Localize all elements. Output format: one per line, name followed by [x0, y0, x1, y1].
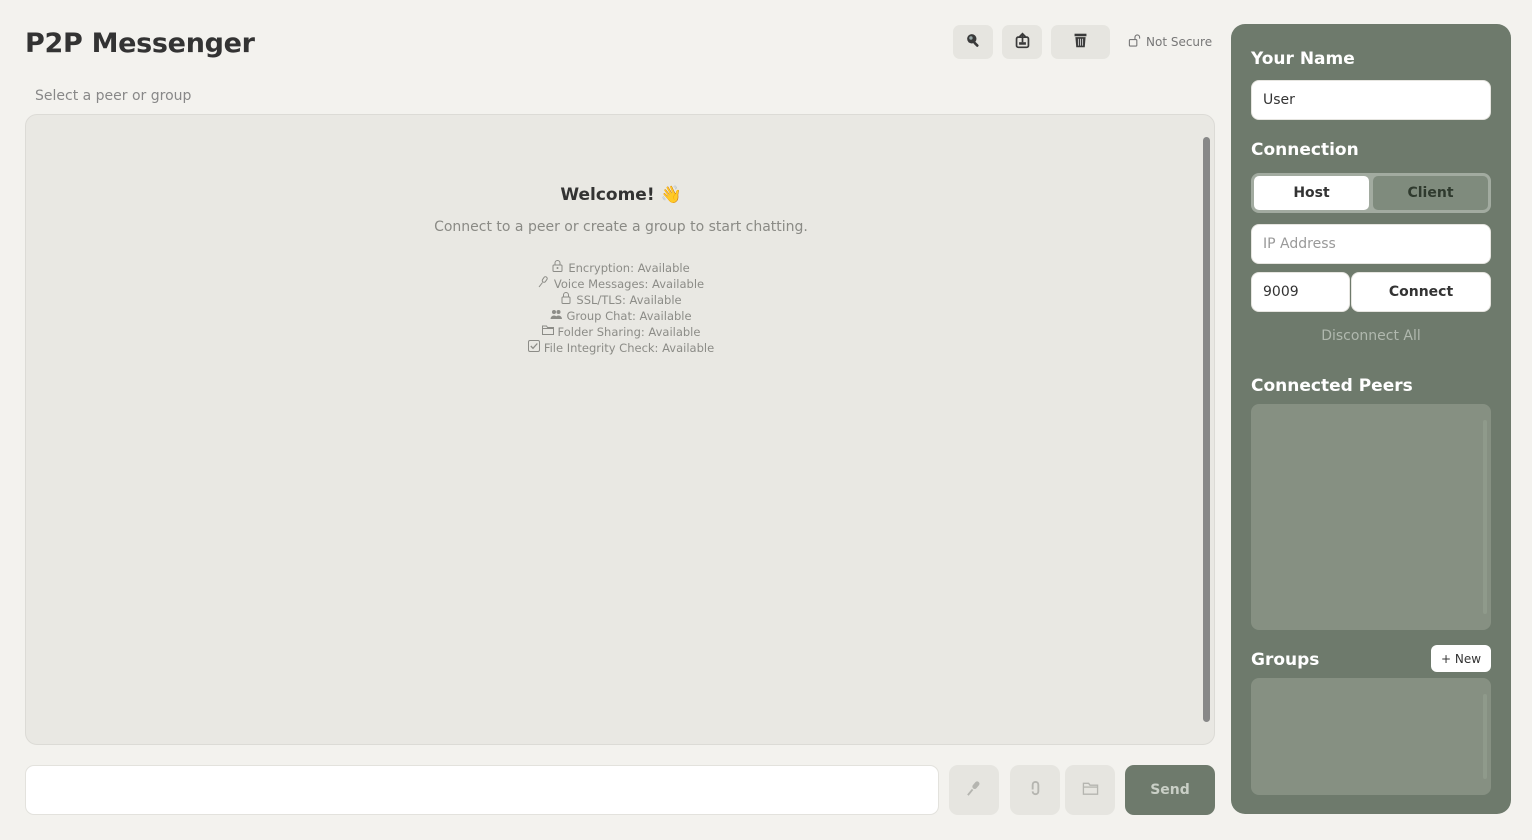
lock-icon	[560, 292, 572, 308]
feature-label: File Integrity Check: Available	[543, 341, 715, 355]
search-button[interactable]	[953, 25, 993, 59]
peer-list[interactable]	[1251, 404, 1491, 630]
send-button[interactable]: Send	[1125, 765, 1215, 815]
welcome-text: Connect to a peer or create a group to s…	[434, 219, 808, 235]
port-input[interactable]	[1251, 272, 1350, 312]
group-list[interactable]	[1251, 678, 1491, 795]
voice-message-button[interactable]	[949, 765, 999, 815]
client-mode-button[interactable]: Client	[1373, 176, 1488, 210]
feature-label: Group Chat: Available	[566, 309, 692, 323]
welcome-message: Welcome! 👋 Connect to a peer or create a…	[26, 185, 1216, 356]
host-mode-button[interactable]: Host	[1254, 176, 1369, 210]
feature-label: Voice Messages: Available	[553, 277, 705, 291]
sidebar: Your Name Connection Host Client Connect…	[1231, 24, 1511, 814]
trash-icon	[1072, 32, 1089, 53]
feature-item: Voice Messages: Available	[26, 276, 1216, 292]
feature-label: Encryption: Available	[568, 261, 690, 275]
share-folder-button[interactable]	[1065, 765, 1115, 815]
app-title: P2P Messenger	[25, 28, 255, 59]
microphone-icon	[538, 276, 550, 292]
folder-icon	[541, 324, 554, 340]
message-input[interactable]	[25, 765, 939, 815]
security-status-label: Not Secure	[1146, 35, 1213, 49]
welcome-title: Welcome! 👋	[560, 185, 682, 205]
export-icon	[1014, 31, 1031, 53]
chat-panel[interactable]: Welcome! 👋 Connect to a peer or create a…	[25, 114, 1215, 745]
feature-item: Group Chat: Available	[26, 308, 1216, 324]
toolbar	[953, 25, 1110, 59]
groups-heading: Groups	[1251, 650, 1320, 670]
folder-icon	[1082, 780, 1099, 801]
chat-target-label: Select a peer or group	[35, 88, 192, 104]
security-status: Not Secure	[1128, 34, 1212, 50]
connect-button[interactable]: Connect	[1351, 272, 1491, 312]
microphone-icon	[966, 780, 983, 801]
group-list-scrollbar[interactable]	[1483, 694, 1487, 779]
connection-heading: Connection	[1251, 140, 1359, 160]
unlock-icon	[1128, 34, 1141, 50]
ip-address-input[interactable]	[1251, 224, 1491, 264]
feature-label: Folder Sharing: Available	[557, 325, 701, 339]
new-group-button[interactable]: + New	[1431, 645, 1491, 672]
check-box-icon	[527, 340, 540, 356]
feature-item: Folder Sharing: Available	[26, 324, 1216, 340]
feature-label: SSL/TLS: Available	[576, 293, 682, 307]
disconnect-all-button[interactable]: Disconnect All	[1231, 328, 1511, 344]
feature-item: SSL/TLS: Available	[26, 292, 1216, 308]
connection-mode-toggle: Host Client	[1251, 173, 1491, 213]
feature-item: File Integrity Check: Available	[26, 340, 1216, 356]
clear-chat-button[interactable]	[1051, 25, 1110, 59]
your-name-heading: Your Name	[1251, 49, 1355, 69]
lock-key-icon	[552, 260, 564, 276]
feature-item: Encryption: Available	[26, 260, 1216, 276]
search-icon	[965, 32, 982, 53]
peer-list-scrollbar[interactable]	[1483, 420, 1487, 614]
chat-scrollbar[interactable]	[1203, 137, 1210, 722]
attach-file-button[interactable]	[1010, 765, 1060, 815]
connected-peers-heading: Connected Peers	[1251, 376, 1413, 396]
export-button[interactable]	[1002, 25, 1042, 59]
paperclip-icon	[1027, 780, 1044, 801]
group-icon	[550, 308, 563, 324]
feature-list: Encryption: Available Voice Messages: Av…	[26, 260, 1216, 356]
name-input[interactable]	[1251, 80, 1491, 120]
app-window: P2P Messenger Not Secure Select a peer o…	[0, 0, 1532, 840]
